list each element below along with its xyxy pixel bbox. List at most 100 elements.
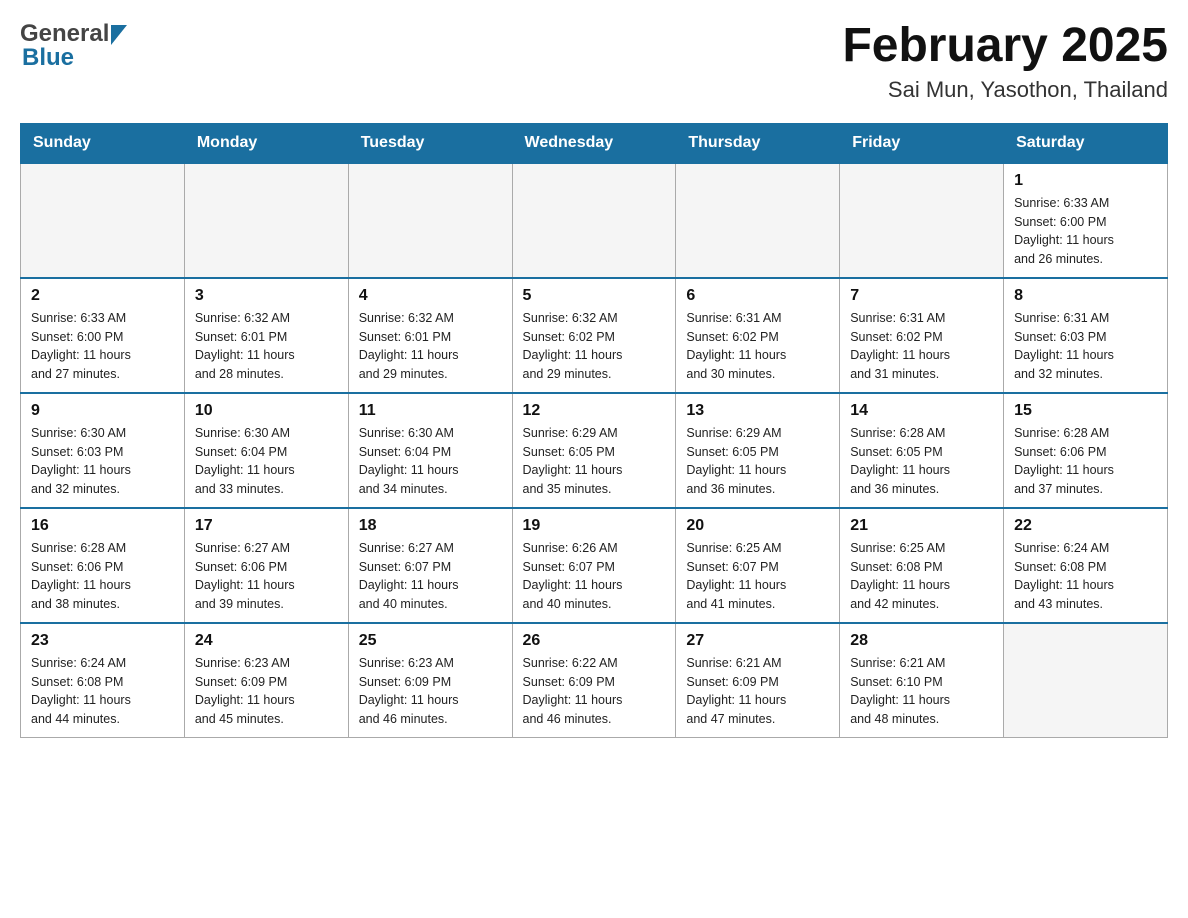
calendar-cell: 12 Sunrise: 6:29 AMSunset: 6:05 PMDayligh… [512, 393, 676, 508]
calendar-cell: 8 Sunrise: 6:31 AMSunset: 6:03 PMDaylight… [1004, 278, 1168, 393]
week-row-3: 9 Sunrise: 6:30 AMSunset: 6:03 PMDaylight… [21, 393, 1168, 508]
calendar-cell: 2 Sunrise: 6:33 AMSunset: 6:00 PMDaylight… [21, 278, 185, 393]
calendar-cell: 6 Sunrise: 6:31 AMSunset: 6:02 PMDaylight… [676, 278, 840, 393]
day-number: 27 [686, 632, 829, 650]
day-info: Sunrise: 6:32 AMSunset: 6:02 PMDaylight:… [523, 309, 666, 384]
calendar-title: February 2025 [842, 20, 1168, 73]
day-info: Sunrise: 6:27 AMSunset: 6:06 PMDaylight:… [195, 539, 338, 614]
day-number: 22 [1014, 517, 1157, 535]
day-number: 2 [31, 287, 174, 305]
day-info: Sunrise: 6:24 AMSunset: 6:08 PMDaylight:… [1014, 539, 1157, 614]
day-info: Sunrise: 6:24 AMSunset: 6:08 PMDaylight:… [31, 654, 174, 729]
calendar-cell: 1 Sunrise: 6:33 AMSunset: 6:00 PMDaylight… [1004, 163, 1168, 278]
day-info: Sunrise: 6:30 AMSunset: 6:04 PMDaylight:… [195, 424, 338, 499]
calendar-cell [840, 163, 1004, 278]
day-number: 4 [359, 287, 502, 305]
logo-blue-text: Blue [20, 44, 127, 72]
day-info: Sunrise: 6:31 AMSunset: 6:03 PMDaylight:… [1014, 309, 1157, 384]
page-header: General Blue February 2025 Sai Mun, Yaso… [20, 20, 1168, 103]
calendar-cell: 23 Sunrise: 6:24 AMSunset: 6:08 PMDayligh… [21, 623, 185, 738]
calendar-cell: 5 Sunrise: 6:32 AMSunset: 6:02 PMDaylight… [512, 278, 676, 393]
day-info: Sunrise: 6:22 AMSunset: 6:09 PMDaylight:… [523, 654, 666, 729]
calendar-cell: 13 Sunrise: 6:29 AMSunset: 6:05 PMDayligh… [676, 393, 840, 508]
day-number: 17 [195, 517, 338, 535]
day-number: 21 [850, 517, 993, 535]
day-number: 15 [1014, 402, 1157, 420]
day-info: Sunrise: 6:23 AMSunset: 6:09 PMDaylight:… [359, 654, 502, 729]
calendar-cell: 9 Sunrise: 6:30 AMSunset: 6:03 PMDaylight… [21, 393, 185, 508]
day-number: 5 [523, 287, 666, 305]
day-number: 23 [31, 632, 174, 650]
week-row-4: 16 Sunrise: 6:28 AMSunset: 6:06 PMDayligh… [21, 508, 1168, 623]
day-number: 3 [195, 287, 338, 305]
calendar-cell [21, 163, 185, 278]
logo: General Blue [20, 20, 127, 72]
day-info: Sunrise: 6:26 AMSunset: 6:07 PMDaylight:… [523, 539, 666, 614]
day-info: Sunrise: 6:29 AMSunset: 6:05 PMDaylight:… [523, 424, 666, 499]
week-row-5: 23 Sunrise: 6:24 AMSunset: 6:08 PMDayligh… [21, 623, 1168, 738]
day-info: Sunrise: 6:31 AMSunset: 6:02 PMDaylight:… [686, 309, 829, 384]
day-number: 8 [1014, 287, 1157, 305]
day-info: Sunrise: 6:21 AMSunset: 6:10 PMDaylight:… [850, 654, 993, 729]
calendar-cell: 10 Sunrise: 6:30 AMSunset: 6:04 PMDayligh… [184, 393, 348, 508]
day-number: 18 [359, 517, 502, 535]
calendar-cell: 26 Sunrise: 6:22 AMSunset: 6:09 PMDayligh… [512, 623, 676, 738]
weekday-header-thursday: Thursday [676, 123, 840, 163]
calendar-cell: 24Sunrise: 6:23 AMSunset: 6:09 PMDayligh… [184, 623, 348, 738]
day-number: 24 [195, 632, 338, 650]
week-row-1: 1 Sunrise: 6:33 AMSunset: 6:00 PMDaylight… [21, 163, 1168, 278]
day-number: 26 [523, 632, 666, 650]
day-info: Sunrise: 6:29 AMSunset: 6:05 PMDaylight:… [686, 424, 829, 499]
day-number: 7 [850, 287, 993, 305]
day-info: Sunrise: 6:31 AMSunset: 6:02 PMDaylight:… [850, 309, 993, 384]
day-info: Sunrise: 6:25 AMSunset: 6:08 PMDaylight:… [850, 539, 993, 614]
calendar-cell: 15 Sunrise: 6:28 AMSunset: 6:06 PMDayligh… [1004, 393, 1168, 508]
calendar-cell: 22 Sunrise: 6:24 AMSunset: 6:08 PMDayligh… [1004, 508, 1168, 623]
day-number: 13 [686, 402, 829, 420]
day-number: 20 [686, 517, 829, 535]
day-number: 9 [31, 402, 174, 420]
calendar-cell: 20 Sunrise: 6:25 AMSunset: 6:07 PMDayligh… [676, 508, 840, 623]
calendar-cell: 28 Sunrise: 6:21 AMSunset: 6:10 PMDayligh… [840, 623, 1004, 738]
calendar-cell: 27Sunrise: 6:21 AMSunset: 6:09 PMDayligh… [676, 623, 840, 738]
day-number: 19 [523, 517, 666, 535]
calendar-cell: 19 Sunrise: 6:26 AMSunset: 6:07 PMDayligh… [512, 508, 676, 623]
day-number: 12 [523, 402, 666, 420]
weekday-header-monday: Monday [184, 123, 348, 163]
day-number: 25 [359, 632, 502, 650]
day-info: Sunrise: 6:32 AMSunset: 6:01 PMDaylight:… [195, 309, 338, 384]
day-info: Sunrise: 6:30 AMSunset: 6:03 PMDaylight:… [31, 424, 174, 499]
logo-triangle-icon [111, 25, 127, 45]
day-info: Sunrise: 6:33 AMSunset: 6:00 PMDaylight:… [1014, 194, 1157, 269]
day-info: Sunrise: 6:28 AMSunset: 6:06 PMDaylight:… [31, 539, 174, 614]
day-number: 16 [31, 517, 174, 535]
calendar-cell [348, 163, 512, 278]
calendar-cell: 21 Sunrise: 6:25 AMSunset: 6:08 PMDayligh… [840, 508, 1004, 623]
calendar-cell: 14Sunrise: 6:28 AMSunset: 6:05 PMDayligh… [840, 393, 1004, 508]
calendar-cell: 4 Sunrise: 6:32 AMSunset: 6:01 PMDaylight… [348, 278, 512, 393]
calendar-cell [512, 163, 676, 278]
calendar-cell [1004, 623, 1168, 738]
day-number: 6 [686, 287, 829, 305]
calendar-cell: 3 Sunrise: 6:32 AMSunset: 6:01 PMDaylight… [184, 278, 348, 393]
weekday-header-sunday: Sunday [21, 123, 185, 163]
calendar-cell: 18Sunrise: 6:27 AMSunset: 6:07 PMDayligh… [348, 508, 512, 623]
day-number: 28 [850, 632, 993, 650]
day-info: Sunrise: 6:28 AMSunset: 6:06 PMDaylight:… [1014, 424, 1157, 499]
calendar-cell: 17 Sunrise: 6:27 AMSunset: 6:06 PMDayligh… [184, 508, 348, 623]
day-number: 11 [359, 402, 502, 420]
calendar-cell: 11 Sunrise: 6:30 AMSunset: 6:04 PMDayligh… [348, 393, 512, 508]
calendar-cell [676, 163, 840, 278]
day-info: Sunrise: 6:33 AMSunset: 6:00 PMDaylight:… [31, 309, 174, 384]
calendar-cell [184, 163, 348, 278]
weekday-header-wednesday: Wednesday [512, 123, 676, 163]
calendar-cell: 16 Sunrise: 6:28 AMSunset: 6:06 PMDayligh… [21, 508, 185, 623]
day-info: Sunrise: 6:25 AMSunset: 6:07 PMDaylight:… [686, 539, 829, 614]
day-number: 10 [195, 402, 338, 420]
calendar-cell: 25 Sunrise: 6:23 AMSunset: 6:09 PMDayligh… [348, 623, 512, 738]
day-info: Sunrise: 6:32 AMSunset: 6:01 PMDaylight:… [359, 309, 502, 384]
day-info: Sunrise: 6:30 AMSunset: 6:04 PMDaylight:… [359, 424, 502, 499]
day-number: 14 [850, 402, 993, 420]
day-number: 1 [1014, 172, 1157, 190]
weekday-header-friday: Friday [840, 123, 1004, 163]
